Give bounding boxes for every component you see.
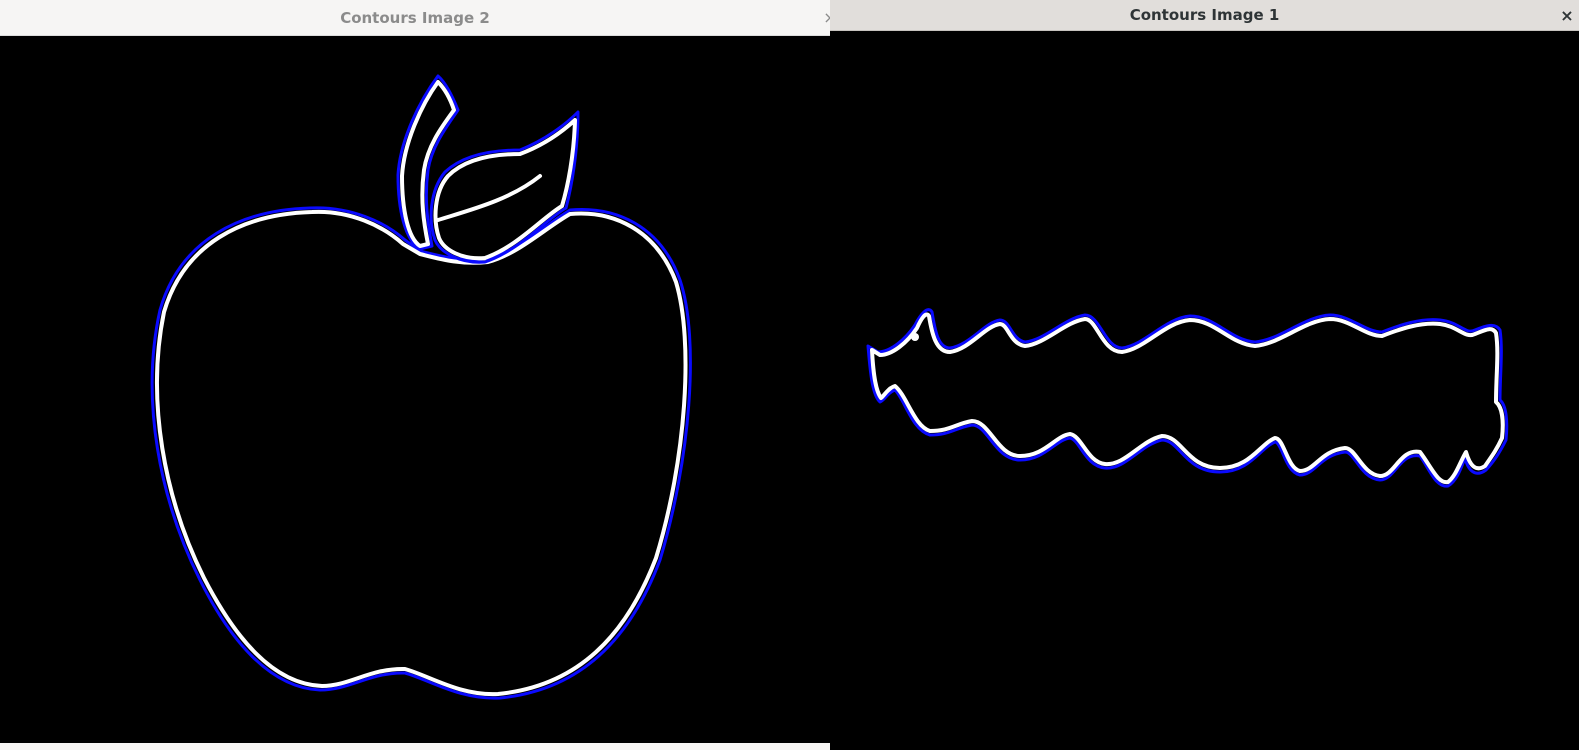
contours-image-1-window: Contours Image 1 × — [830, 0, 1579, 750]
wave-contour-image — [866, 308, 1509, 488]
wave-outer-contour — [866, 308, 1509, 488]
window-title: Contours Image 2 — [340, 8, 490, 27]
window-titlebar[interactable]: Contours Image 1 × — [830, 0, 1579, 31]
image-canvas — [0, 36, 830, 750]
apple-inner-contour — [155, 209, 688, 697]
wave-contour-blob — [911, 333, 919, 341]
apple-leaf-vein — [436, 174, 542, 222]
window-statusbar — [0, 743, 830, 750]
image-canvas — [830, 31, 1579, 750]
apple-contour-image — [150, 74, 692, 700]
window-titlebar[interactable]: Contours Image 2 × — [0, 0, 830, 36]
close-icon[interactable]: × — [1557, 0, 1577, 30]
close-icon[interactable]: × — [820, 0, 830, 35]
apple-leaf-inner — [433, 118, 577, 261]
window-title: Contours Image 1 — [1129, 6, 1280, 24]
contours-image-2-window: Contours Image 2 × — [0, 0, 830, 750]
